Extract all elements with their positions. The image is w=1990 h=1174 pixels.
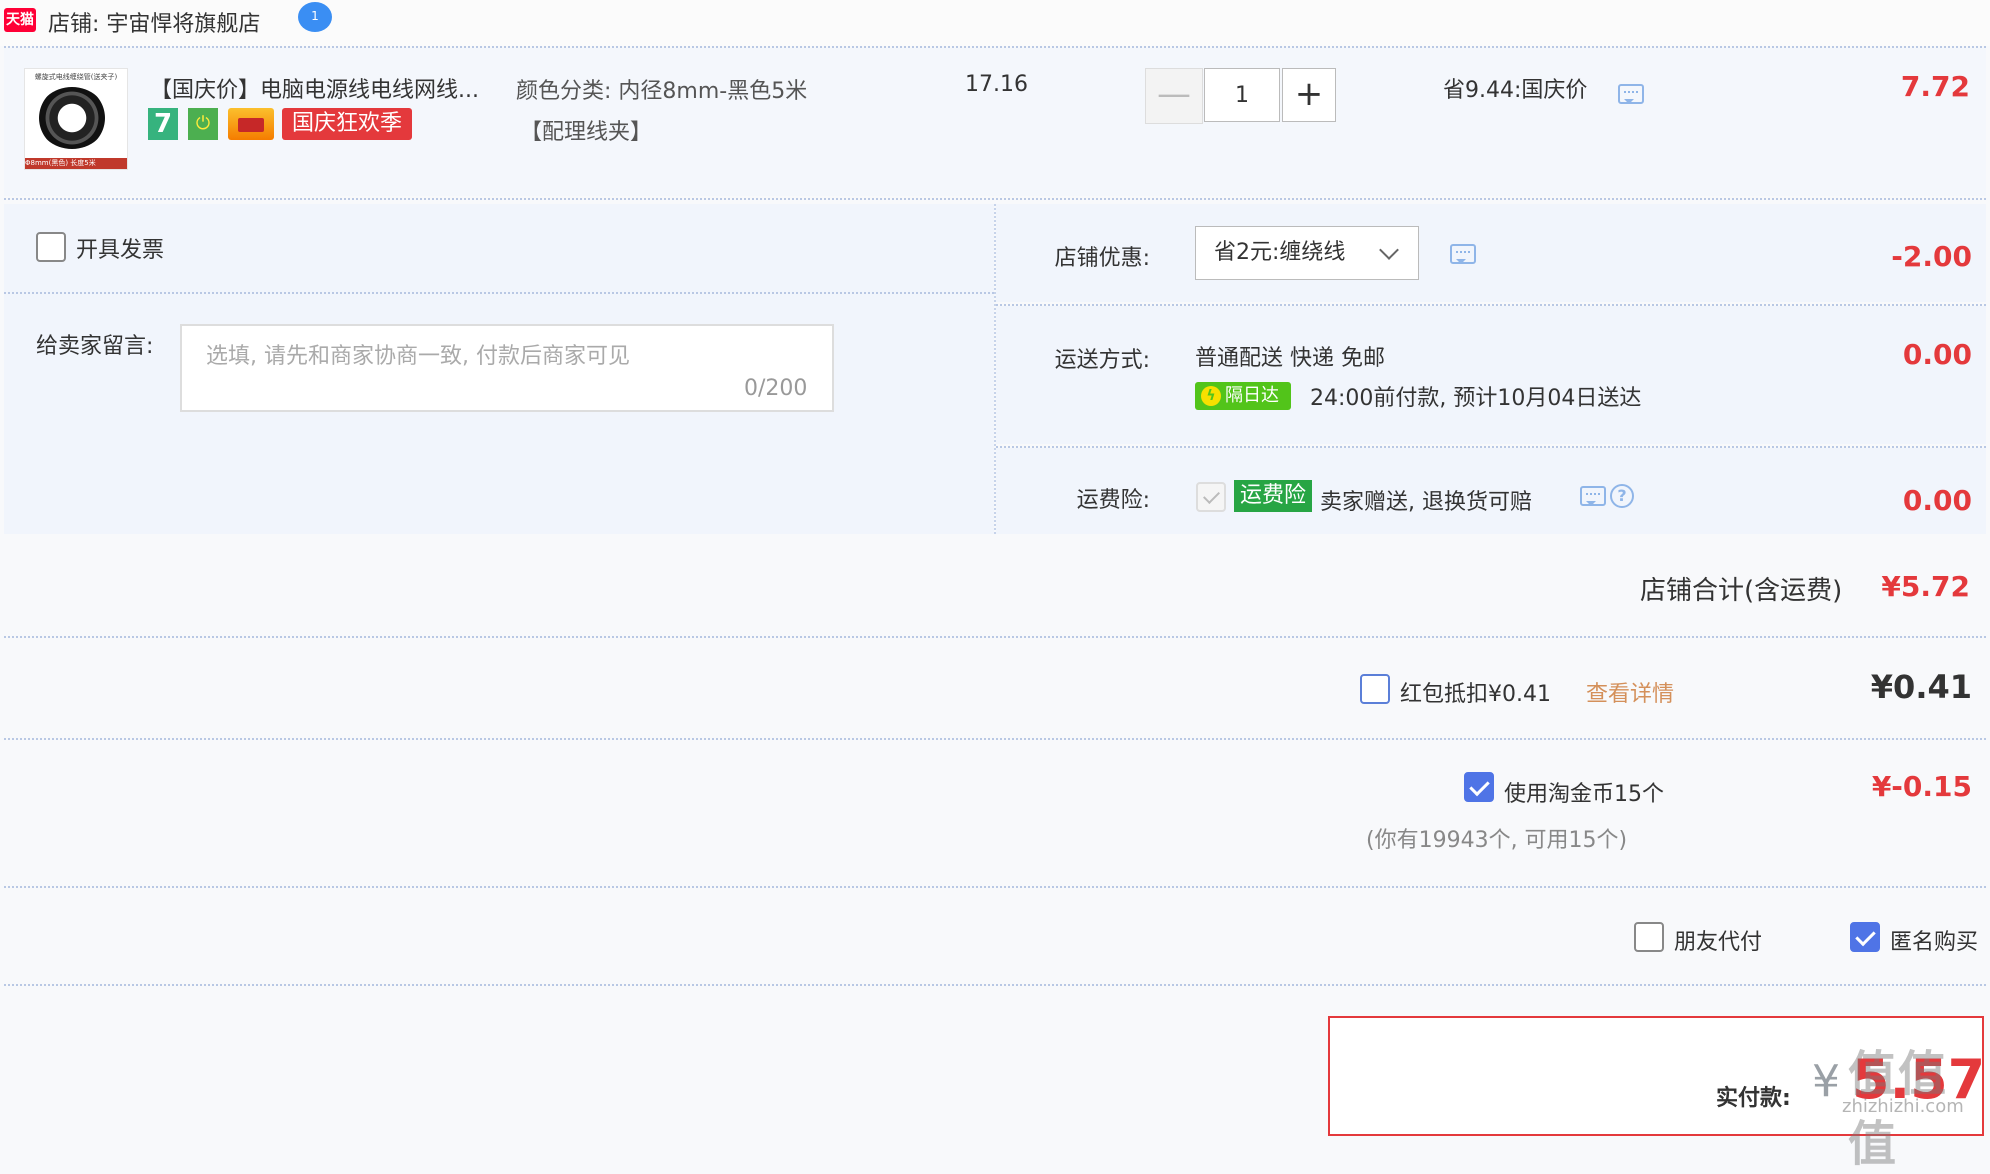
shipping-row: [996, 306, 1986, 444]
shipping-method: 普通配送 快递 免邮: [1195, 346, 1385, 371]
red-packet-checkbox[interactable]: [1360, 674, 1390, 704]
plug-badge-icon: ⏻: [188, 108, 218, 140]
watermark-url: zhizhizhi.com: [1842, 1096, 1964, 1117]
sku-spec: 颜色分类: 内径8mm-黑色5米: [516, 79, 808, 104]
divider: [4, 738, 1986, 740]
quantity-input[interactable]: 1: [1204, 68, 1280, 122]
quantity-increment-button[interactable]: +: [1282, 68, 1336, 122]
friend-pay-label[interactable]: 朋友代付: [1674, 924, 1762, 956]
message-counter: 0/200: [744, 376, 808, 401]
insurance-amount: 0.00: [1902, 484, 1972, 517]
insurance-checkbox: [1196, 482, 1226, 512]
quantity-decrement-button[interactable]: —: [1145, 68, 1203, 124]
store-discount-amount: -2.00: [1891, 240, 1972, 273]
red-packet-amount: ¥0.41: [1870, 668, 1972, 706]
insurance-text: 卖家赠送, 退换货可赔: [1320, 490, 1532, 515]
product-thumbnail[interactable]: 螺旋式电线缠绕管(送夹子) Φ8mm(黑色) 长度5米: [24, 68, 128, 170]
message-label: 给卖家留言:: [36, 334, 154, 359]
coins-amount: ¥-0.15: [1871, 770, 1972, 803]
thumbnail-caption: 螺旋式电线缠绕管(送夹子): [34, 73, 118, 81]
pay-currency: ¥: [1812, 1056, 1840, 1107]
message-placeholder: 选填, 请先和商家协商一致, 付款后商家可见: [206, 344, 630, 369]
shipping-amount: 0.00: [1902, 338, 1972, 371]
store-total-value: ¥5.72: [1881, 570, 1970, 603]
card-badge-icon: [228, 108, 274, 140]
item-total: 7.72: [1900, 70, 1970, 103]
invoice-label[interactable]: 开具发票: [76, 232, 164, 264]
red-packet-label[interactable]: 红包抵扣¥0.41: [1400, 676, 1551, 708]
divider: [4, 886, 1986, 888]
coins-hint: (你有19943个, 可用15个): [1366, 828, 1628, 853]
shipping-label: 运送方式:: [1054, 348, 1150, 373]
store-name[interactable]: 店铺: 宇宙悍将旗舰店: [48, 6, 260, 38]
anonymous-label[interactable]: 匿名购买: [1890, 924, 1978, 956]
store-total-label: 店铺合计(含运费): [1640, 576, 1843, 606]
invoice-checkbox[interactable]: [36, 232, 66, 262]
insurance-tag: 运费险: [1234, 480, 1312, 512]
pay-label: 实付款:: [1716, 1086, 1791, 1111]
item-promo: 省9.44:国庆价: [1443, 78, 1588, 103]
divider: [4, 198, 1986, 200]
seven-day-return-icon: 7: [148, 108, 178, 140]
divider: [4, 984, 1986, 986]
chat-icon[interactable]: 1: [298, 2, 332, 32]
fast-delivery-badge: ϟ 隔日达: [1195, 382, 1291, 410]
anonymous-checkbox[interactable]: [1850, 922, 1880, 952]
coins-label[interactable]: 使用淘金币15个: [1504, 776, 1664, 808]
question-icon[interactable]: ?: [1610, 484, 1634, 508]
cable-coil-image: [37, 87, 107, 149]
divider: [4, 636, 1986, 638]
lightning-icon: ϟ: [1201, 386, 1221, 406]
coins-checkbox[interactable]: [1464, 772, 1494, 802]
unit-price: 17.16: [965, 72, 1028, 97]
message-bubble-icon[interactable]: [1580, 486, 1606, 506]
sku-spec-extra: 【配理线夹】: [520, 120, 653, 145]
item-title[interactable]: 【国庆价】电脑电源线电线网线...: [150, 72, 479, 104]
red-packet-details-link[interactable]: 查看详情: [1586, 676, 1674, 708]
divider: [4, 292, 994, 294]
insurance-label: 运费险:: [1076, 488, 1150, 513]
tmall-logo-icon: 天猫: [4, 8, 36, 32]
shipping-eta: 24:00前付款, 预计10月04日送达: [1310, 386, 1642, 411]
message-bubble-icon[interactable]: [1450, 244, 1476, 264]
store-discount-label: 店铺优惠:: [1054, 246, 1150, 271]
friend-pay-checkbox[interactable]: [1634, 922, 1664, 952]
message-bubble-icon[interactable]: [1618, 84, 1644, 104]
thumbnail-footer: Φ8mm(黑色) 长度5米: [25, 158, 127, 169]
promo-badge: 国庆狂欢季: [282, 108, 412, 140]
fast-delivery-text: 隔日达: [1225, 385, 1279, 406]
store-discount-select[interactable]: 省2元:缠绕线: [1195, 226, 1419, 280]
store-discount-selected: 省2元:缠绕线: [1214, 240, 1346, 265]
chevron-down-icon: [1379, 240, 1399, 260]
